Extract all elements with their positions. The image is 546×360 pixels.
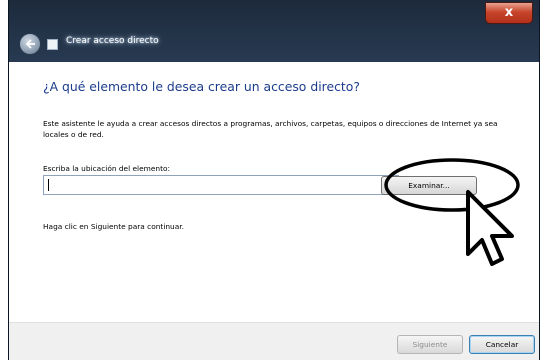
text-caret bbox=[48, 179, 49, 191]
next-button[interactable]: Siguiente bbox=[397, 335, 463, 354]
back-button[interactable] bbox=[19, 33, 41, 55]
mouse-pointer-icon bbox=[466, 190, 514, 266]
shortcut-icon bbox=[47, 39, 58, 50]
footer-bar: Siguiente Cancelar bbox=[9, 322, 539, 360]
hint-text: Haga clic en Siguiente para continuar. bbox=[43, 222, 184, 231]
location-label: Escriba la ubicación del elemento: bbox=[43, 164, 170, 173]
close-button[interactable]: x bbox=[485, 2, 533, 24]
page-title: ¿A qué elemento le desea crear un acceso… bbox=[43, 79, 360, 94]
dialog-window: x Crear acceso directo ¿A qué elemento l… bbox=[8, 0, 540, 360]
cancel-button[interactable]: Cancelar bbox=[469, 335, 535, 354]
description-text: Este asistente le ayuda a crear accesos … bbox=[43, 119, 498, 139]
close-icon: x bbox=[504, 5, 514, 20]
wizard-content: ¿A qué elemento le desea crear un acceso… bbox=[9, 62, 539, 322]
titlebar: x Crear acceso directo bbox=[9, 0, 539, 62]
back-arrow-icon bbox=[25, 39, 35, 49]
window-title: Crear acceso directo bbox=[66, 36, 159, 46]
location-input[interactable] bbox=[43, 175, 399, 195]
